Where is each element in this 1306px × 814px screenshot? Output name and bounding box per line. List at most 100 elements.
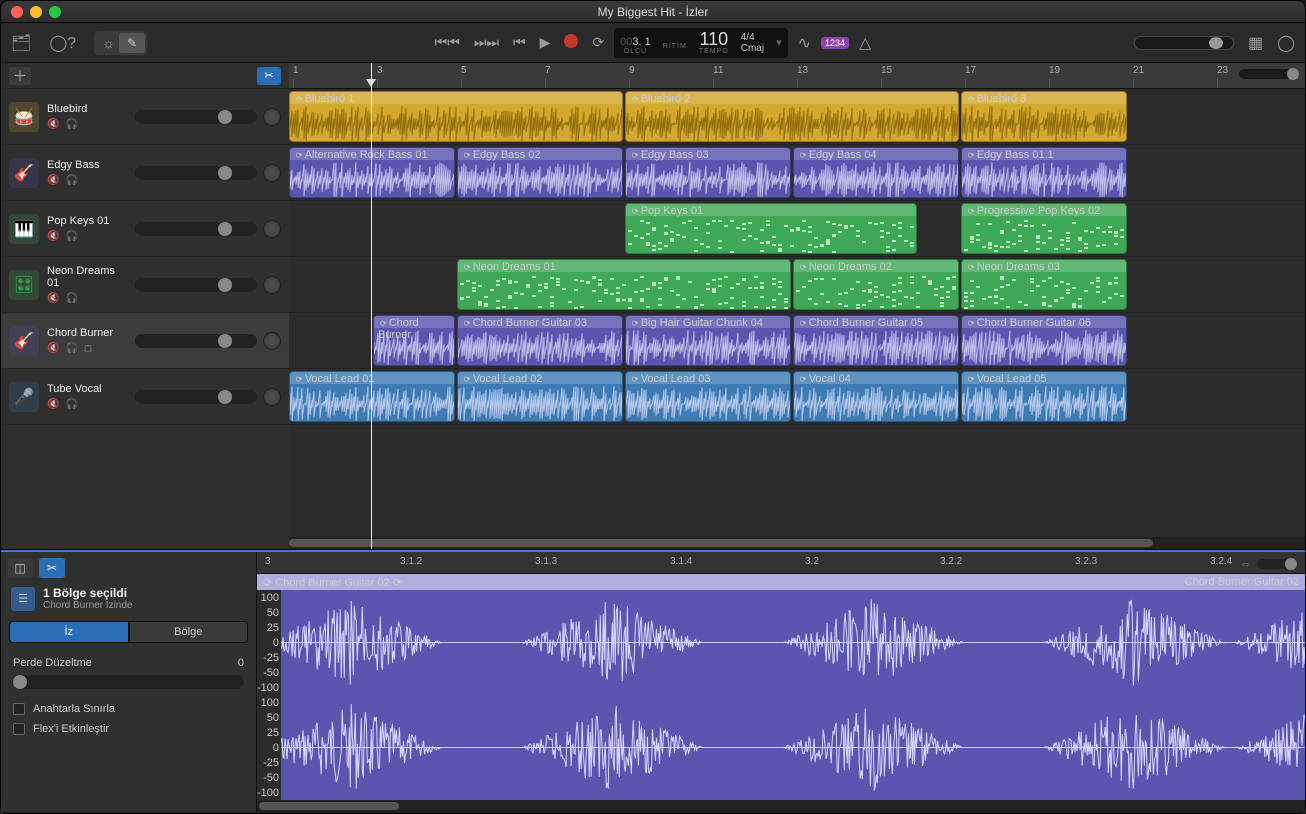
add-track-button[interactable]: ＋ <box>9 67 31 85</box>
region-loop-icon: ⟳ <box>630 375 641 384</box>
pitch-correction-slider[interactable] <box>13 675 244 689</box>
forward-button[interactable]: ⏭⏭ <box>474 34 499 51</box>
track-headers-column: ＋ ✂ 🥁Bluebird🔇🎧🎸Edgy Bass🔇🎧🎹Pop Keys 01🔇… <box>1 63 289 549</box>
horizontal-zoom-slider[interactable] <box>1239 69 1299 79</box>
region[interactable]: ⟳Bluebird 3 <box>961 91 1127 142</box>
region[interactable]: ⟳Neon Dreams 03 <box>961 259 1127 310</box>
mute-icon[interactable]: 🔇 <box>47 231 59 242</box>
lcd-tempo: 110 <box>699 30 728 48</box>
headphones-icon[interactable]: 🎧 <box>65 343 77 354</box>
track-header[interactable]: 🎛Neon Dreams 01🔇🎧 <box>1 257 289 313</box>
region[interactable]: ⟳Chord Burner <box>373 315 455 366</box>
region[interactable]: ⟳Edgy Bass 04 <box>793 147 959 198</box>
lcd-display[interactable]: 003. 1 ÖLÇÜ xRİTİM 110 TEMPO 4/4 Cmaj ▾ <box>614 28 787 58</box>
limit-to-key-checkbox[interactable]: Anahtarla Sınırla <box>1 699 256 719</box>
region[interactable]: ⟳Chord Burner Guitar 03 <box>457 315 623 366</box>
region-label: Big Hair Guitar Chunk 04 <box>641 317 763 329</box>
playhead[interactable] <box>371 63 372 549</box>
ruler-bar-label: 3 <box>377 65 383 76</box>
track-lane[interactable]: ⟳Alternative Rock Bass 01⟳Edgy Bass 02⟳E… <box>289 145 1305 201</box>
ruler-bar-label: 9 <box>629 65 635 76</box>
track-lane[interactable]: ⟳Pop Keys 01 ⟳Progressive Pop Keys 02 <box>289 201 1305 257</box>
editor-region-view-button[interactable]: ◫ <box>7 558 33 578</box>
track-volume-slider[interactable] <box>135 390 257 404</box>
lock-icon[interactable]: ◻ <box>84 343 92 354</box>
count-in-badge[interactable]: 1234 <box>821 37 849 49</box>
editor-ruler[interactable]: ⇔ 33.1.23.1.33.1.43.23.2.23.2.33.2.4 <box>257 552 1305 574</box>
arrange-hscrollbar[interactable] <box>289 537 1305 549</box>
headphones-icon[interactable]: 🎧 <box>65 399 77 410</box>
mute-icon[interactable]: 🔇 <box>47 343 59 354</box>
track-volume-slider[interactable] <box>135 166 257 180</box>
region[interactable]: ⟳Vocal Lead 01 <box>289 371 455 422</box>
mute-icon[interactable]: 🔇 <box>47 119 59 130</box>
cycle-button[interactable]: ⟳ <box>592 34 604 51</box>
timeline[interactable]: 1357911131517192123 ⟳Bluebird 1⟳Bluebird… <box>289 63 1305 549</box>
region[interactable]: ⟳Vocal Lead 03 <box>625 371 791 422</box>
region[interactable]: ⟳Big Hair Guitar Chunk 04 <box>625 315 791 366</box>
play-button[interactable]: ▶ <box>540 34 551 51</box>
editor-track-view-button[interactable]: ✂ <box>39 558 65 578</box>
ruler-bar-label: 13 <box>797 65 808 76</box>
region[interactable]: ⟳Edgy Bass 02 <box>457 147 623 198</box>
track-lanes[interactable]: ⟳Bluebird 1⟳Bluebird 2⟳Bluebird 3⟳Altern… <box>289 89 1305 537</box>
track-pan-knob[interactable] <box>263 164 281 182</box>
db-scale-label: -25 <box>257 757 279 769</box>
region-label: Edgy Bass 01.1 <box>977 149 1054 161</box>
editor-zoom-slider[interactable] <box>1257 559 1297 569</box>
track-lane[interactable]: ⟳Chord Burner⟳Chord Burner Guitar 03⟳Big… <box>289 313 1305 369</box>
region[interactable]: ⟳Alternative Rock Bass 01 <box>289 147 455 198</box>
go-to-start-button[interactable]: ⏮ <box>513 34 526 51</box>
track-pan-knob[interactable] <box>263 388 281 406</box>
track-volume-slider[interactable] <box>135 222 257 236</box>
editor-tab-iz[interactable]: İz <box>9 621 129 643</box>
region[interactable]: ⟳Edgy Bass 03 <box>625 147 791 198</box>
track-lane[interactable]: ⟳Bluebird 1⟳Bluebird 2⟳Bluebird 3 <box>289 89 1305 145</box>
enable-flex-checkbox[interactable]: Flex'i Etkinleştir <box>1 719 256 739</box>
track-header[interactable]: 🎸Edgy Bass🔇🎧 <box>1 145 289 201</box>
editor-clip-header[interactable]: ⟳ Chord Burner Guitar 02 ⟳ Chord Burner … <box>257 574 1305 590</box>
headphones-icon[interactable]: 🎧 <box>65 231 77 242</box>
tuner-icon[interactable]: ∿ <box>798 33 811 53</box>
track-volume-slider[interactable] <box>135 334 257 348</box>
metronome-icon[interactable]: △ <box>859 33 871 53</box>
track-header[interactable]: 🎤Tube Vocal🔇🎧 <box>1 369 289 425</box>
editor-waveform[interactable] <box>281 590 1305 800</box>
editor-hscrollbar[interactable] <box>257 800 1305 812</box>
track-pan-knob[interactable] <box>263 108 281 126</box>
track-lane[interactable]: ⟳Neon Dreams 01⟳Neon Dreams 02⟳Neon Drea… <box>289 257 1305 313</box>
region[interactable]: ⟳Edgy Bass 01.1 <box>961 147 1127 198</box>
region[interactable]: ⟳Bluebird 1 <box>289 91 623 142</box>
headphones-icon[interactable]: 🎧 <box>65 293 77 304</box>
track-pan-knob[interactable] <box>263 276 281 294</box>
region[interactable]: ⟳Bluebird 2 <box>625 91 959 142</box>
track-pan-knob[interactable] <box>263 220 281 238</box>
track-header[interactable]: 🎹Pop Keys 01🔇🎧 <box>1 201 289 257</box>
bar-ruler[interactable]: 1357911131517192123 <box>289 63 1305 89</box>
track-volume-slider[interactable] <box>135 278 257 292</box>
scissors-button[interactable]: ✂ <box>257 67 281 85</box>
mute-icon[interactable]: 🔇 <box>47 399 59 410</box>
region[interactable]: ⟳Vocal 04 <box>793 371 959 422</box>
region[interactable]: ⟳Vocal Lead 02 <box>457 371 623 422</box>
headphones-icon[interactable]: 🎧 <box>65 175 77 186</box>
record-button[interactable] <box>564 34 578 51</box>
region[interactable]: ⟳Progressive Pop Keys 02 <box>961 203 1127 254</box>
headphones-icon[interactable]: 🎧 <box>65 119 77 130</box>
track-lane[interactable]: ⟳Vocal Lead 01⟳Vocal Lead 02⟳Vocal Lead … <box>289 369 1305 425</box>
track-pan-knob[interactable] <box>263 332 281 350</box>
track-header[interactable]: 🥁Bluebird🔇🎧 <box>1 89 289 145</box>
track-volume-slider[interactable] <box>135 110 257 124</box>
region[interactable]: ⟳Vocal Lead 05 <box>961 371 1127 422</box>
mute-icon[interactable]: 🔇 <box>47 293 59 304</box>
region[interactable]: ⟳Neon Dreams 02 <box>793 259 959 310</box>
mute-icon[interactable]: 🔇 <box>47 175 59 186</box>
editor-tab-bolge[interactable]: Bölge <box>129 621 249 643</box>
region[interactable]: ⟳Pop Keys 01 <box>625 203 917 254</box>
rewind-button[interactable]: ⏮⏮ <box>435 34 460 51</box>
region[interactable]: ⟳Chord Burner Guitar 06 <box>961 315 1127 366</box>
track-header[interactable]: 🎸Chord Burner🔇🎧◻ <box>1 313 289 369</box>
master-volume-slider[interactable] <box>1134 36 1234 50</box>
region[interactable]: ⟳Chord Burner Guitar 05 <box>793 315 959 366</box>
region[interactable]: ⟳Neon Dreams 01 <box>457 259 791 310</box>
